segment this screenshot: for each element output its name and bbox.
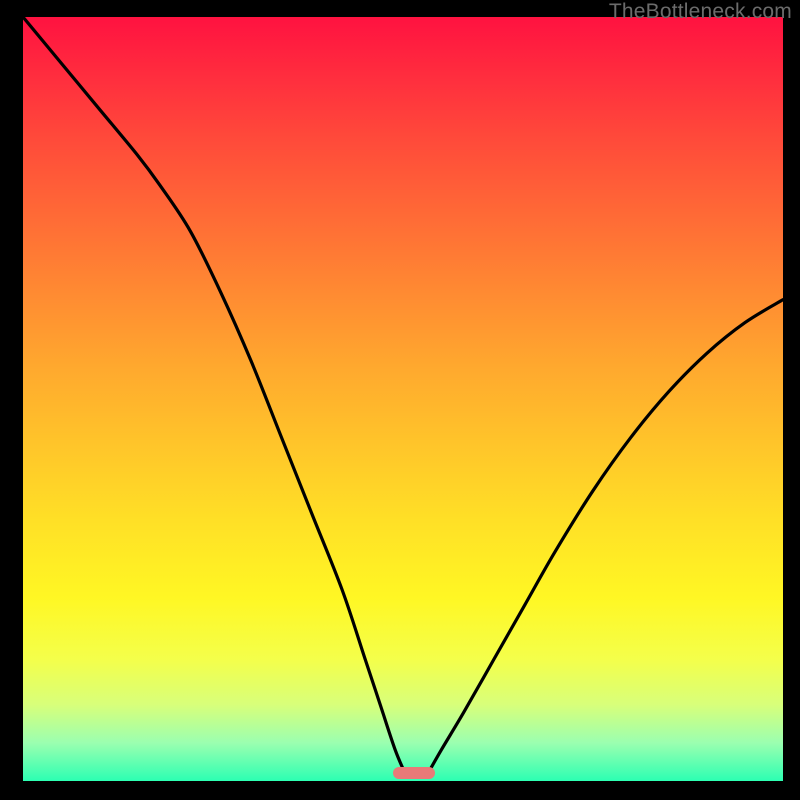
curve-layer	[23, 17, 783, 781]
bottleneck-marker	[393, 767, 435, 779]
plot-area	[23, 17, 783, 781]
curve-right	[426, 300, 783, 778]
watermark-text: TheBottleneck.com	[609, 0, 792, 24]
chart-stage: TheBottleneck.com	[0, 0, 800, 800]
curve-left	[23, 17, 407, 777]
